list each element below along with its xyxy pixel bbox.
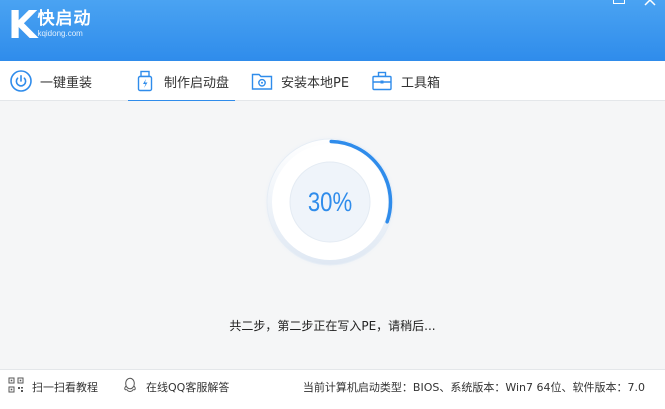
app-domain: kqidong.com bbox=[37, 29, 83, 38]
progress-percent: 30% bbox=[307, 186, 353, 217]
tab-label: 一键重装 bbox=[40, 75, 93, 91]
logo-k-icon: K bbox=[8, 3, 37, 47]
power-icon bbox=[10, 70, 32, 92]
folder-gear-icon bbox=[251, 70, 273, 92]
tab-label: 工具箱 bbox=[401, 75, 441, 91]
title-bar: K 快启动 kqidong.com bbox=[0, 0, 665, 61]
tab-make-boot-disk[interactable]: 制作启动盘 bbox=[128, 61, 236, 102]
usb-drive-icon bbox=[134, 70, 156, 92]
tab-label: 制作启动盘 bbox=[164, 75, 230, 91]
close-icon bbox=[644, 0, 656, 6]
tab-one-click-reinstall[interactable]: 一键重装 bbox=[10, 61, 92, 101]
main-panel: 30% 共二步，第二步正在写入PE，请稍后... bbox=[0, 101, 665, 369]
window-controls bbox=[613, 0, 657, 6]
app-logo: K 快启动 kqidong.com bbox=[8, 6, 91, 44]
tab-toolbox[interactable]: 工具箱 bbox=[371, 61, 440, 101]
scan-tutorial-label: 扫一扫看教程 bbox=[32, 381, 98, 394]
qq-support-label: 在线QQ客服解答 bbox=[146, 381, 230, 394]
tab-bar: 一键重装 制作启动盘 安装本地PE 工具箱 bbox=[0, 61, 665, 102]
system-info: 当前计算机启动类型：BIOS、系统版本：Win7 64位、软件版本：7.0 bbox=[302, 381, 645, 394]
qr-code-icon bbox=[8, 377, 24, 397]
scan-tutorial-link[interactable]: 扫一扫看教程 bbox=[8, 370, 98, 404]
app-name: 快启动 bbox=[37, 9, 92, 29]
qq-penguin-icon bbox=[122, 377, 138, 397]
progress-status: 共二步，第二步正在写入PE，请稍后... bbox=[229, 319, 436, 333]
tab-label: 安装本地PE bbox=[281, 75, 350, 91]
footer-bar: 扫一扫看教程 在线QQ客服解答 当前计算机启动类型：BIOS、系统版本：Win7… bbox=[0, 369, 665, 409]
progress-ring: 30% bbox=[262, 134, 398, 270]
minimize-button[interactable] bbox=[613, 0, 625, 4]
tab-install-local-pe[interactable]: 安装本地PE bbox=[251, 61, 349, 101]
qq-support-link[interactable]: 在线QQ客服解答 bbox=[122, 370, 229, 404]
toolbox-icon bbox=[371, 70, 393, 92]
close-button[interactable] bbox=[643, 0, 657, 6]
